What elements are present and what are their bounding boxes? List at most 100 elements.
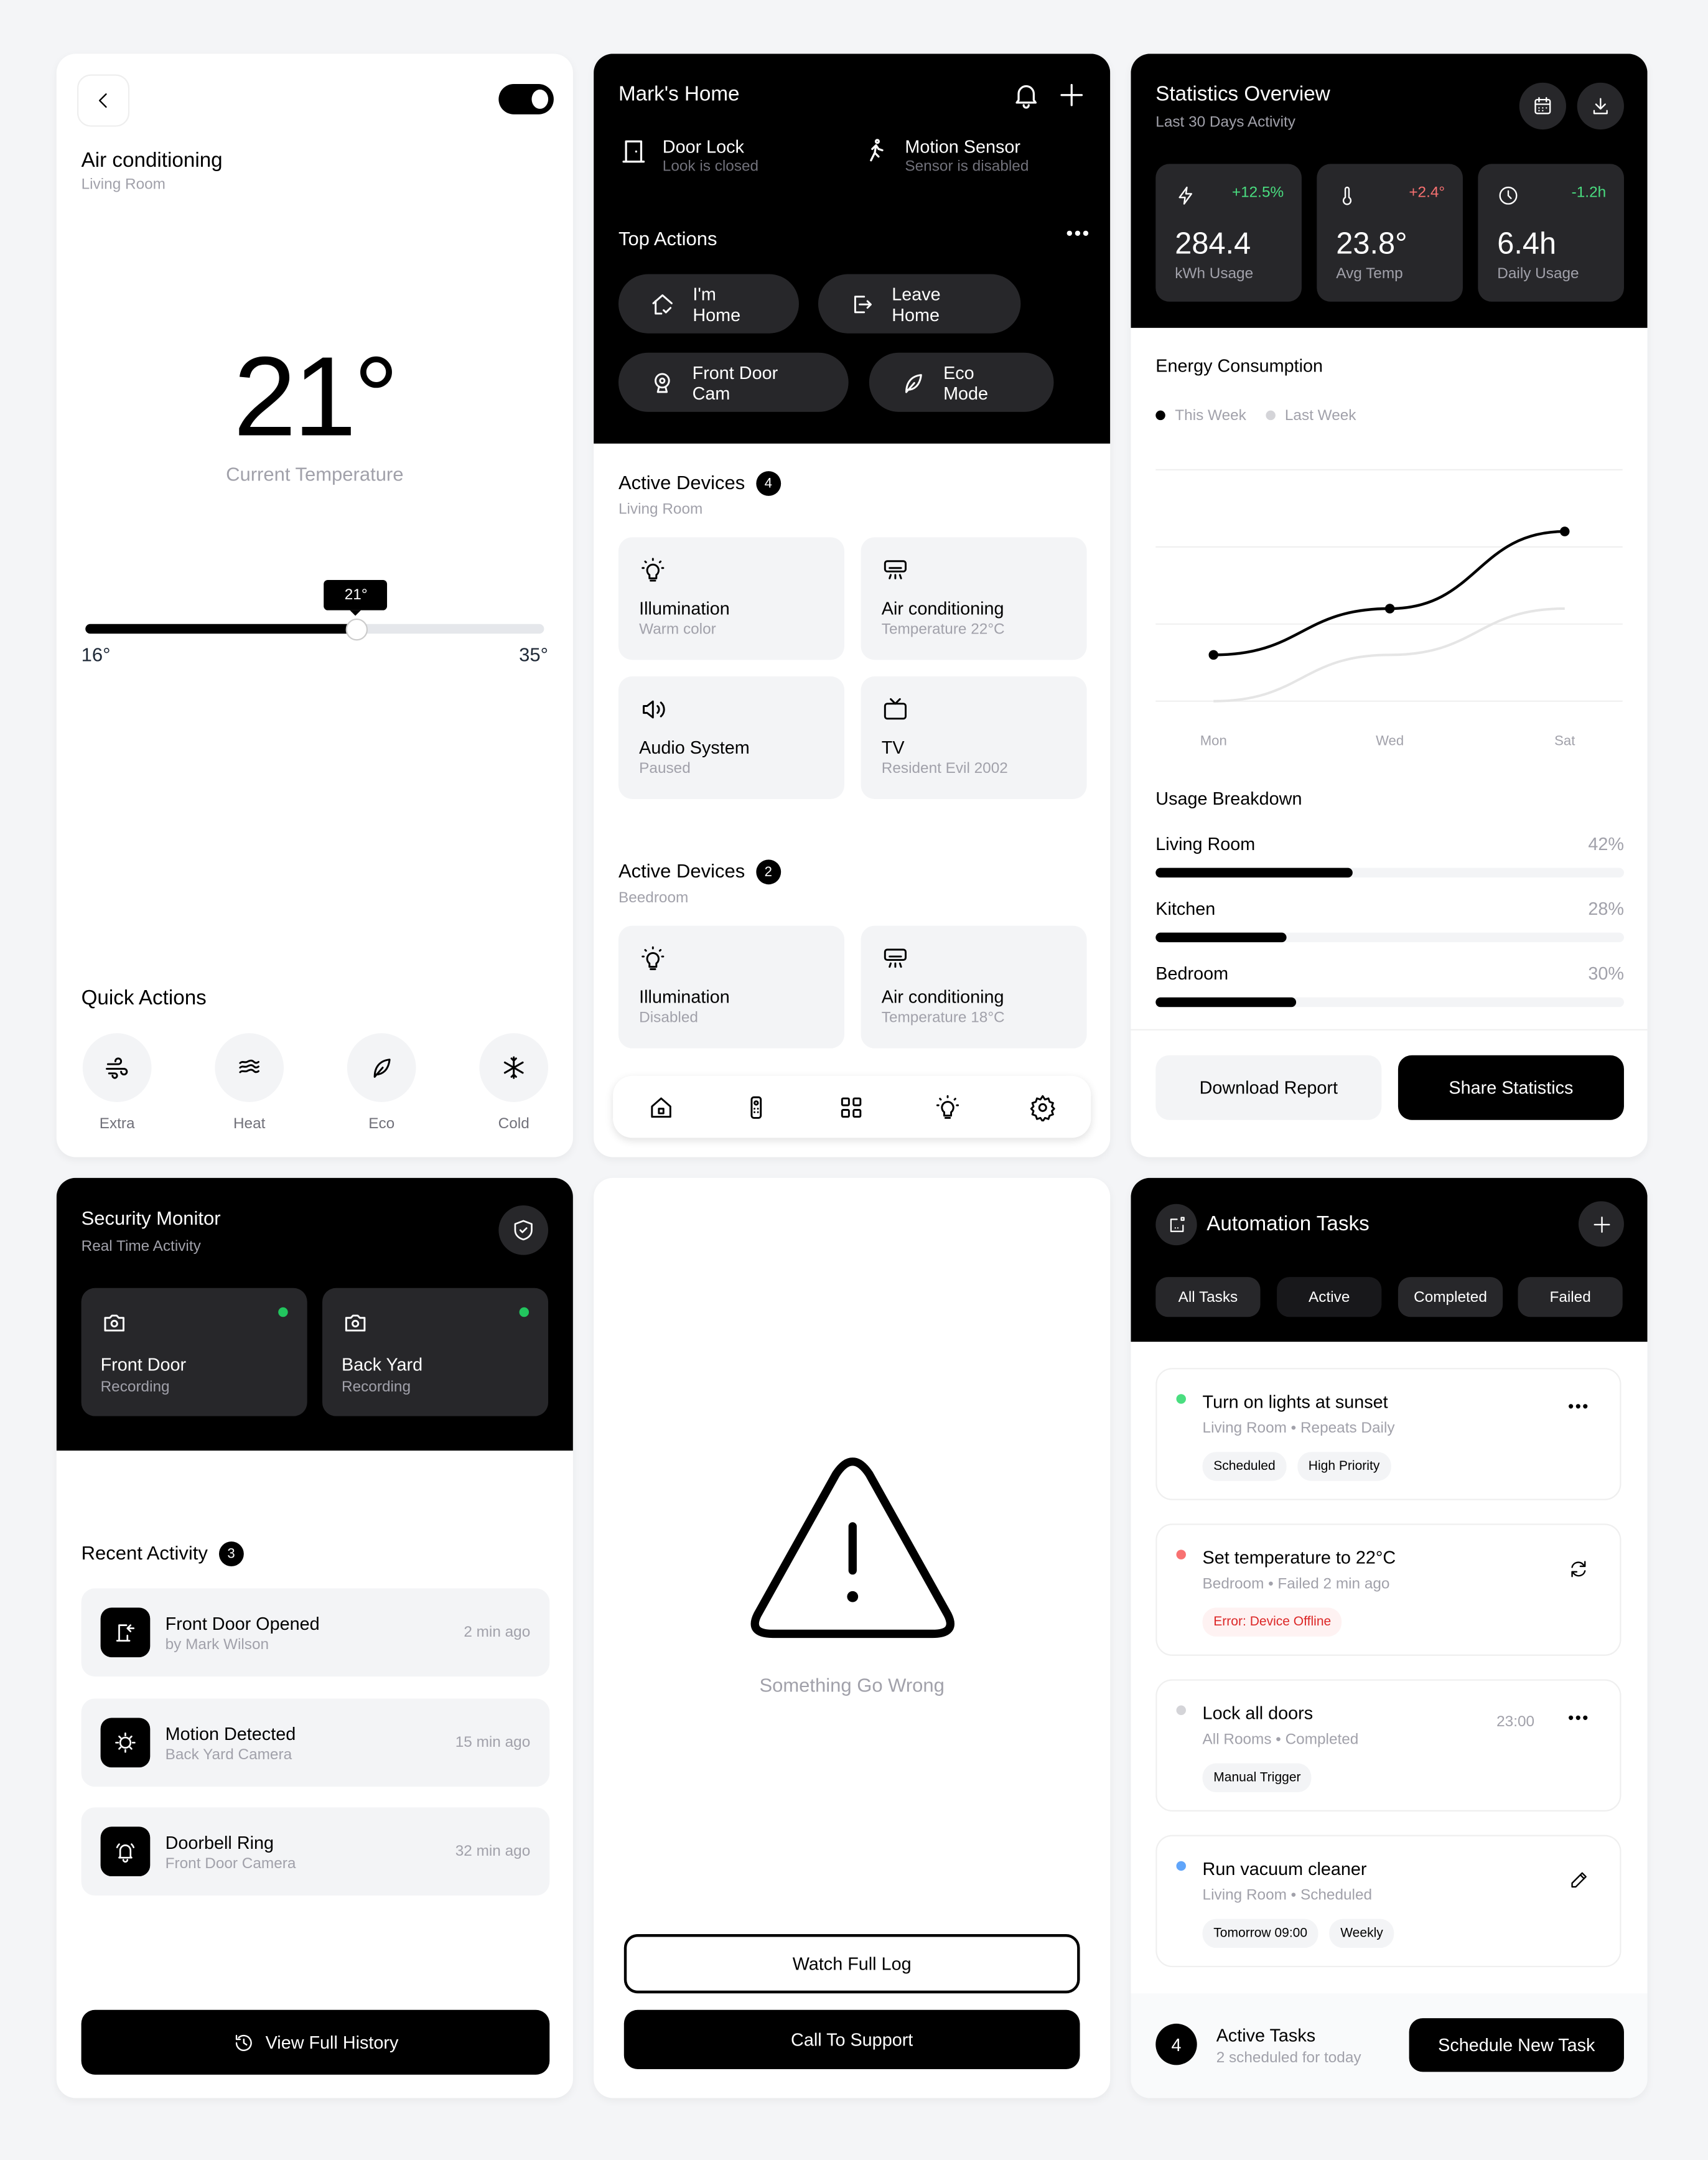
data-point[interactable] (1560, 526, 1570, 536)
quick-action-extra[interactable]: Extra (82, 1033, 153, 1133)
device-card[interactable]: Air conditioning Temperature 18°C (861, 925, 1087, 1049)
view-full-history-button[interactable]: View Full History (81, 2009, 550, 2075)
device-status: Temperature 22°C (881, 621, 1005, 638)
device-name: Illumination (639, 597, 730, 619)
quick-actions: Extra Heat Eco Cold (82, 1033, 550, 1133)
quick-action-cold[interactable]: Cold (478, 1033, 549, 1133)
remote-icon[interactable] (742, 1093, 770, 1121)
grid-icon[interactable] (838, 1093, 866, 1121)
temperature-slider[interactable]: 21° (85, 579, 544, 641)
device-status: Disabled (639, 1009, 698, 1027)
task-title: Run vacuum cleaner (1202, 1858, 1367, 1879)
download-report-button[interactable]: Download Report (1155, 1055, 1382, 1120)
device-title: Air conditioning (81, 149, 223, 172)
door-lock-status[interactable]: Door Lock Look is closed (618, 136, 758, 175)
tab-failed[interactable]: Failed (1518, 1277, 1623, 1317)
bell-icon[interactable] (1011, 80, 1042, 110)
task-item[interactable]: Turn on lights at sunset Living Room • R… (1155, 1368, 1622, 1500)
im-home-button[interactable]: I'm Home (618, 274, 799, 334)
data-point[interactable] (1384, 604, 1395, 614)
plus-icon[interactable] (1057, 80, 1087, 110)
watch-full-log-button[interactable]: Watch Full Log (623, 1934, 1080, 1994)
task-item[interactable]: Set temperature to 22°C Bedroom • Failed… (1155, 1523, 1622, 1656)
task-tag: Scheduled (1202, 1452, 1287, 1481)
warning-triangle-icon (750, 1457, 954, 1639)
eco-mode-button[interactable]: Eco Mode (869, 352, 1054, 412)
share-statistics-button[interactable]: Share Statistics (1398, 1055, 1624, 1120)
quick-action-heat[interactable]: Heat (213, 1033, 285, 1133)
stat-delta: +2.4° (1409, 184, 1445, 202)
bell-ring-icon (116, 1843, 135, 1863)
current-temperature: 21° (233, 334, 399, 461)
x-tick-label: Sat (1554, 733, 1575, 749)
activity-item[interactable]: Motion Detected Back Yard Camera 15 min … (81, 1698, 550, 1787)
task-meta: Living Room • Scheduled (1202, 1887, 1373, 1904)
task-title: Turn on lights at sunset (1202, 1391, 1388, 1413)
usage-pct: 28% (1588, 898, 1624, 919)
front-door-cam-button[interactable]: Front Door Cam (618, 352, 849, 412)
device-card[interactable]: Illumination Warm color (618, 537, 844, 660)
download-button[interactable] (1577, 82, 1624, 130)
current-temperature-label: Current Temperature (226, 462, 404, 485)
button-label: View Full History (265, 2032, 399, 2053)
device-card[interactable]: TV Resident Evil 2002 (861, 676, 1087, 799)
calendar-button[interactable] (1519, 82, 1566, 130)
chart-title: Energy Consumption (1155, 355, 1323, 376)
devices-bedroom-header: Active Devices 2 Beedroom (618, 859, 781, 907)
add-task-button[interactable] (1578, 1201, 1624, 1247)
device-card[interactable]: Audio System Paused (618, 676, 844, 799)
slider-value-tooltip: 21° (324, 579, 388, 616)
camera-back-yard[interactable]: Back Yard Recording (322, 1288, 549, 1416)
security-header: Security Monitor Real Time Activity Fron… (56, 1177, 573, 1451)
section-title: Active Devices (618, 471, 745, 493)
edit-pencil-icon[interactable] (1567, 1869, 1589, 1891)
tab-completed[interactable]: Completed (1398, 1277, 1503, 1317)
section-room: Living Room (618, 502, 703, 519)
bulb-icon[interactable] (934, 1093, 961, 1121)
quick-action-eco[interactable]: Eco (346, 1033, 418, 1133)
camera-front-door[interactable]: Front Door Recording (81, 1288, 307, 1416)
task-tag: Weekly (1329, 1919, 1394, 1948)
tv-icon (884, 698, 907, 720)
tab-all-tasks[interactable]: All Tasks (1155, 1277, 1261, 1317)
slider-thumb[interactable] (346, 618, 369, 641)
gear-icon[interactable] (1029, 1093, 1057, 1121)
more-icon[interactable]: ••• (1568, 1708, 1590, 1728)
home-title: Mark's Home (618, 82, 740, 106)
device-card[interactable]: Illumination Disabled (618, 925, 844, 1049)
error-card: Something Go Wrong Watch Full Log Call T… (594, 1177, 1111, 2098)
shield-button[interactable] (498, 1205, 549, 1255)
refresh-icon[interactable] (1567, 1558, 1589, 1580)
back-button[interactable] (77, 74, 130, 127)
device-card[interactable]: Air conditioning Temperature 22°C (861, 537, 1087, 660)
power-toggle[interactable] (498, 84, 554, 115)
usage-bar-fill (1155, 932, 1287, 943)
home-icon[interactable] (647, 1093, 674, 1121)
activity-item[interactable]: Doorbell Ring Front Door Camera 32 min a… (81, 1807, 550, 1896)
more-icon[interactable]: ••• (1066, 222, 1090, 243)
quick-action-label: Eco (368, 1116, 395, 1133)
data-point[interactable] (1208, 650, 1219, 660)
status-dot (1176, 1550, 1186, 1559)
activity-sub: by Mark Wilson (165, 1636, 269, 1653)
stat-daily: -1.2h 6.4h Daily Usage (1478, 164, 1624, 302)
more-icon[interactable]: ••• (1568, 1397, 1590, 1416)
call-support-button[interactable]: Call To Support (623, 2009, 1080, 2069)
camera-name: Back Yard (341, 1354, 423, 1375)
motion-sensor-status[interactable]: Motion Sensor Sensor is disabled (861, 136, 1029, 175)
live-indicator (278, 1307, 288, 1317)
task-item[interactable]: Run vacuum cleaner Living Room • Schedul… (1155, 1835, 1622, 1968)
snowflake-icon (503, 1056, 524, 1079)
device-name: TV (881, 737, 905, 758)
activity-item[interactable]: Front Door Opened by Mark Wilson 2 min a… (81, 1588, 550, 1677)
leave-home-button[interactable]: Leave Home (818, 274, 1021, 334)
tab-active[interactable]: Active (1277, 1277, 1382, 1317)
schedule-new-task-button[interactable]: Schedule New Task (1409, 2018, 1624, 2072)
tasks-header: Automation Tasks All Tasks Active Comple… (1131, 1177, 1648, 1342)
clock-icon (1499, 186, 1518, 205)
task-item[interactable]: Lock all doors All Rooms • Completed Man… (1155, 1679, 1622, 1812)
download-icon (1593, 98, 1608, 115)
stat-temp: +2.4° 23.8° Avg Temp (1317, 164, 1463, 302)
activity-count-badge: 3 (218, 1541, 244, 1567)
task-meta: All Rooms • Completed (1202, 1731, 1359, 1749)
